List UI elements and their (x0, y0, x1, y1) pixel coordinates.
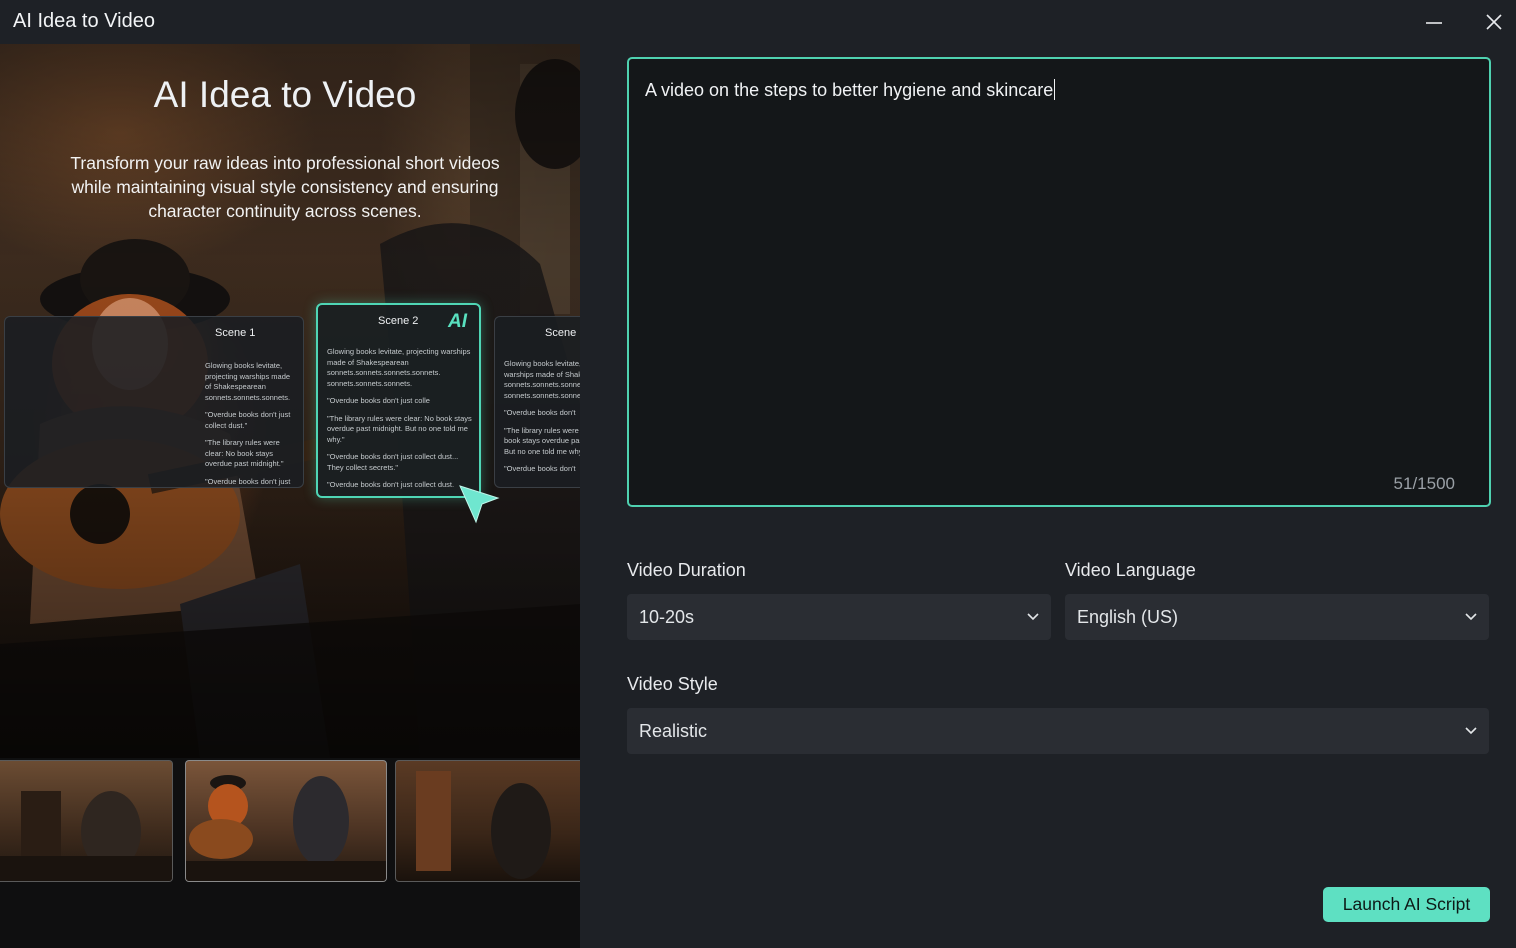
chevron-down-icon (1465, 612, 1477, 622)
scene-name: Scene 2 (378, 315, 418, 327)
settings-panel: A video on the steps to better hygiene a… (580, 44, 1516, 948)
scene-line: "The library rules were clear: No book s… (327, 414, 473, 446)
pointer-cursor-icon (458, 484, 502, 524)
text-caret (1054, 79, 1055, 100)
scene-card-3: Scene Glowing books levitate, projecting… (494, 316, 580, 488)
video-style-label: Video Style (627, 674, 718, 695)
video-duration-label: Video Duration (627, 560, 746, 581)
minimize-button[interactable] (1418, 6, 1450, 38)
idea-prompt-textarea[interactable]: A video on the steps to better hygiene a… (627, 57, 1491, 507)
prompt-text: A video on the steps to better hygiene a… (645, 79, 1055, 101)
scene-name: Scene (545, 327, 576, 339)
video-language-value: English (US) (1077, 607, 1178, 628)
scene-text: Glowing books levitate, projecting warsh… (504, 359, 580, 482)
scene-line: "Overdue books don't (504, 408, 580, 419)
title-bar: AI Idea to Video (0, 0, 1516, 44)
thumbnail-3[interactable] (395, 760, 580, 882)
scene-line: "Overdue books don't just collect dust." (205, 410, 297, 431)
scene-line: "Overdue books don't just collect dust..… (327, 452, 473, 473)
video-duration-select[interactable]: 10-20s (627, 594, 1051, 640)
thumbnail-image (396, 761, 580, 881)
hero-image: AI Idea to Video Transform your raw idea… (0, 44, 580, 758)
ai-badge: AI (448, 311, 467, 333)
thumbnail-2[interactable] (185, 760, 387, 882)
scene-text: Glowing books levitate, projecting warsh… (327, 347, 473, 498)
minimize-icon (1425, 13, 1443, 31)
launch-ai-script-button[interactable]: Launch AI Script (1323, 887, 1490, 922)
app-title: AI Idea to Video (13, 10, 155, 33)
scene-line: "The library rules were clear: No book s… (205, 438, 297, 470)
scene-name: Scene 1 (215, 327, 255, 339)
scene-text: Glowing books levitate, projecting warsh… (205, 361, 297, 488)
hero-title: AI Idea to Video (0, 74, 570, 116)
scene-line: Glowing books levitate, projecting warsh… (504, 359, 580, 401)
scene-card-2: Scene 2 AI Glowing books levitate, proje… (316, 303, 481, 498)
scene-line: "Overdue books don't (504, 464, 580, 475)
video-style-select[interactable]: Realistic (627, 708, 1489, 754)
thumbnail-strip (0, 758, 580, 882)
scene-line: "Overdue books don't just colle (327, 396, 473, 407)
scene-line: Glowing books levitate, projecting warsh… (205, 361, 297, 403)
scene-line: "The library rules were clear: No book s… (504, 426, 580, 458)
close-icon (1485, 13, 1503, 31)
video-duration-value: 10-20s (639, 607, 694, 628)
character-count: 51/1500 (1394, 474, 1455, 494)
chevron-down-icon (1465, 726, 1477, 736)
thumbnail-image (0, 761, 172, 881)
video-language-label: Video Language (1065, 560, 1196, 581)
video-language-select[interactable]: English (US) (1065, 594, 1489, 640)
thumbnail-image (186, 761, 386, 881)
thumbnail-1[interactable] (0, 760, 173, 882)
scene-line: "Overdue books don't just collect" (205, 477, 297, 489)
chevron-down-icon (1027, 612, 1039, 622)
scene-card-1: Scene 1 Glowing books levitate, projecti… (4, 316, 304, 488)
close-button[interactable] (1478, 6, 1510, 38)
hero-description: Transform your raw ideas into profession… (50, 151, 520, 223)
scene-line: "Overdue books don't just collect dust. (327, 480, 473, 491)
video-style-value: Realistic (639, 721, 707, 742)
promo-panel: AI Idea to Video Transform your raw idea… (0, 44, 580, 948)
prompt-value: A video on the steps to better hygiene a… (645, 80, 1053, 100)
scene-line: Glowing books levitate, projecting warsh… (327, 347, 473, 389)
